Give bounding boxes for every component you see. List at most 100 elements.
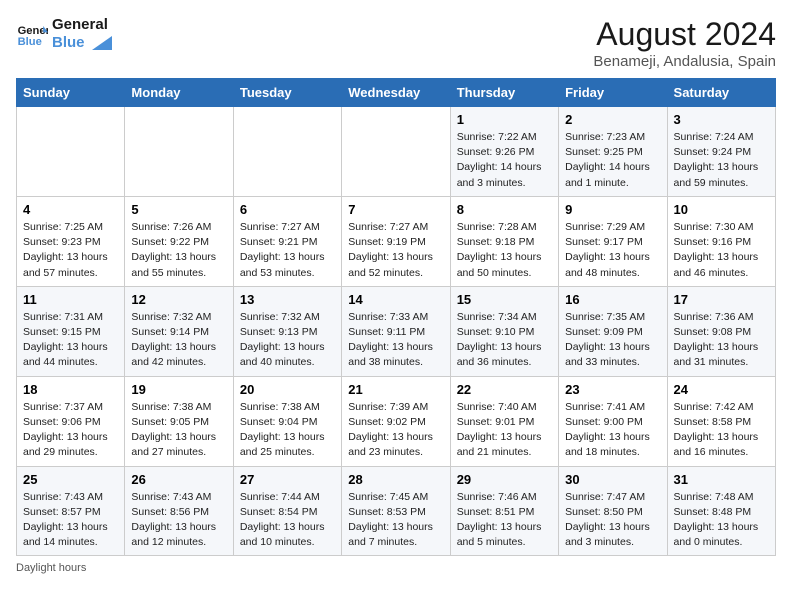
- day-cell: 15 Sunrise: 7:34 AM Sunset: 9:10 PM Dayli…: [450, 286, 558, 376]
- day-info: Sunrise: 7:45 AM Sunset: 8:53 PM Dayligh…: [348, 490, 443, 551]
- day-info: Sunrise: 7:43 AM Sunset: 8:56 PM Dayligh…: [131, 490, 226, 551]
- day-number: 1: [457, 112, 552, 127]
- day-info: Sunrise: 7:29 AM Sunset: 9:17 PM Dayligh…: [565, 220, 660, 281]
- day-header-wednesday: Wednesday: [342, 79, 450, 107]
- day-cell: [17, 107, 125, 197]
- day-cell: 10 Sunrise: 7:30 AM Sunset: 9:16 PM Dayli…: [667, 196, 775, 286]
- day-number: 3: [674, 112, 769, 127]
- week-row-4: 18 Sunrise: 7:37 AM Sunset: 9:06 PM Dayli…: [17, 376, 776, 466]
- day-number: 14: [348, 292, 443, 307]
- day-cell: 26 Sunrise: 7:43 AM Sunset: 8:56 PM Dayli…: [125, 466, 233, 556]
- day-info: Sunrise: 7:30 AM Sunset: 9:16 PM Dayligh…: [674, 220, 769, 281]
- day-cell: 31Sunrise: 7:48 AM Sunset: 8:48 PM Dayli…: [667, 466, 775, 556]
- day-cell: 7Sunrise: 7:27 AM Sunset: 9:19 PM Daylig…: [342, 196, 450, 286]
- day-cell: 1 Sunrise: 7:22 AM Sunset: 9:26 PM Daylig…: [450, 107, 558, 197]
- day-number: 8: [457, 202, 552, 217]
- day-header-monday: Monday: [125, 79, 233, 107]
- day-number: 20: [240, 382, 335, 397]
- day-cell: 14 Sunrise: 7:33 AM Sunset: 9:11 PM Dayli…: [342, 286, 450, 376]
- day-number: 17: [674, 292, 769, 307]
- calendar-table: SundayMondayTuesdayWednesdayThursdayFrid…: [16, 78, 776, 556]
- month-year: August 2024: [593, 16, 776, 53]
- day-info: Sunrise: 7:32 AM Sunset: 9:14 PM Dayligh…: [131, 310, 226, 371]
- day-number: 13: [240, 292, 335, 307]
- day-info: Sunrise: 7:25 AM Sunset: 9:23 PM Dayligh…: [23, 220, 118, 281]
- day-info: Sunrise: 7:36 AM Sunset: 9:08 PM Dayligh…: [674, 310, 769, 371]
- day-header-sunday: Sunday: [17, 79, 125, 107]
- day-number: 24: [674, 382, 769, 397]
- day-number: 12: [131, 292, 226, 307]
- day-cell: 25 Sunrise: 7:43 AM Sunset: 8:57 PM Dayli…: [17, 466, 125, 556]
- day-cell: 27 Sunrise: 7:44 AM Sunset: 8:54 PM Dayli…: [233, 466, 341, 556]
- day-cell: 21Sunrise: 7:39 AM Sunset: 9:02 PM Dayli…: [342, 376, 450, 466]
- day-info: Sunrise: 7:32 AM Sunset: 9:13 PM Dayligh…: [240, 310, 335, 371]
- day-info: Sunrise: 7:34 AM Sunset: 9:10 PM Dayligh…: [457, 310, 552, 371]
- header: General Blue General Blue August 2024 Be…: [16, 16, 776, 70]
- footer-note: Daylight hours: [16, 562, 776, 574]
- day-cell: 24 Sunrise: 7:42 AM Sunset: 8:58 PM Dayli…: [667, 376, 775, 466]
- day-number: 25: [23, 472, 118, 487]
- day-cell: 20Sunrise: 7:38 AM Sunset: 9:04 PM Dayli…: [233, 376, 341, 466]
- day-number: 15: [457, 292, 552, 307]
- day-cell: 2Sunrise: 7:23 AM Sunset: 9:25 PM Daylig…: [559, 107, 667, 197]
- logo-icon: General Blue: [16, 18, 48, 50]
- day-cell: 4Sunrise: 7:25 AM Sunset: 9:23 PM Daylig…: [17, 196, 125, 286]
- day-cell: 29 Sunrise: 7:46 AM Sunset: 8:51 PM Dayli…: [450, 466, 558, 556]
- logo-text-blue: Blue: [52, 34, 113, 52]
- day-number: 26: [131, 472, 226, 487]
- day-number: 10: [674, 202, 769, 217]
- day-number: 27: [240, 472, 335, 487]
- day-header-saturday: Saturday: [667, 79, 775, 107]
- day-cell: [125, 107, 233, 197]
- day-cell: 12 Sunrise: 7:32 AM Sunset: 9:14 PM Dayli…: [125, 286, 233, 376]
- day-cell: 18 Sunrise: 7:37 AM Sunset: 9:06 PM Dayli…: [17, 376, 125, 466]
- day-cell: 6 Sunrise: 7:27 AM Sunset: 9:21 PM Daylig…: [233, 196, 341, 286]
- day-info: Sunrise: 7:33 AM Sunset: 9:11 PM Dayligh…: [348, 310, 443, 371]
- day-info: Sunrise: 7:43 AM Sunset: 8:57 PM Dayligh…: [23, 490, 118, 551]
- day-number: 22: [457, 382, 552, 397]
- day-number: 23: [565, 382, 660, 397]
- day-info: Sunrise: 7:27 AM Sunset: 9:21 PM Dayligh…: [240, 220, 335, 281]
- day-cell: 23 Sunrise: 7:41 AM Sunset: 9:00 PM Dayli…: [559, 376, 667, 466]
- week-row-3: 11 Sunrise: 7:31 AM Sunset: 9:15 PM Dayli…: [17, 286, 776, 376]
- day-info: Sunrise: 7:46 AM Sunset: 8:51 PM Dayligh…: [457, 490, 552, 551]
- title-area: August 2024 Benameji, Andalusia, Spain: [593, 16, 776, 70]
- week-row-2: 4Sunrise: 7:25 AM Sunset: 9:23 PM Daylig…: [17, 196, 776, 286]
- day-info: Sunrise: 7:37 AM Sunset: 9:06 PM Dayligh…: [23, 400, 118, 461]
- day-cell: 3 Sunrise: 7:24 AM Sunset: 9:24 PM Daylig…: [667, 107, 775, 197]
- day-number: 5: [131, 202, 226, 217]
- day-number: 2: [565, 112, 660, 127]
- day-header-friday: Friday: [559, 79, 667, 107]
- day-cell: 9 Sunrise: 7:29 AM Sunset: 9:17 PM Daylig…: [559, 196, 667, 286]
- day-info: Sunrise: 7:22 AM Sunset: 9:26 PM Dayligh…: [457, 130, 552, 191]
- day-number: 21: [348, 382, 443, 397]
- day-cell: 19Sunrise: 7:38 AM Sunset: 9:05 PM Dayli…: [125, 376, 233, 466]
- day-number: 6: [240, 202, 335, 217]
- day-number: 9: [565, 202, 660, 217]
- day-info: Sunrise: 7:42 AM Sunset: 8:58 PM Dayligh…: [674, 400, 769, 461]
- day-cell: 8 Sunrise: 7:28 AM Sunset: 9:18 PM Daylig…: [450, 196, 558, 286]
- day-number: 16: [565, 292, 660, 307]
- day-number: 18: [23, 382, 118, 397]
- day-number: 31: [674, 472, 769, 487]
- day-header-thursday: Thursday: [450, 79, 558, 107]
- logo-text-general: General: [52, 16, 113, 34]
- day-info: Sunrise: 7:41 AM Sunset: 9:00 PM Dayligh…: [565, 400, 660, 461]
- day-number: 29: [457, 472, 552, 487]
- day-info: Sunrise: 7:27 AM Sunset: 9:19 PM Dayligh…: [348, 220, 443, 281]
- day-cell: 28Sunrise: 7:45 AM Sunset: 8:53 PM Dayli…: [342, 466, 450, 556]
- week-row-1: 1 Sunrise: 7:22 AM Sunset: 9:26 PM Daylig…: [17, 107, 776, 197]
- day-info: Sunrise: 7:28 AM Sunset: 9:18 PM Dayligh…: [457, 220, 552, 281]
- day-info: Sunrise: 7:31 AM Sunset: 9:15 PM Dayligh…: [23, 310, 118, 371]
- day-info: Sunrise: 7:47 AM Sunset: 8:50 PM Dayligh…: [565, 490, 660, 551]
- day-info: Sunrise: 7:40 AM Sunset: 9:01 PM Dayligh…: [457, 400, 552, 461]
- day-cell: 16 Sunrise: 7:35 AM Sunset: 9:09 PM Dayli…: [559, 286, 667, 376]
- day-info: Sunrise: 7:38 AM Sunset: 9:05 PM Dayligh…: [131, 400, 226, 461]
- day-info: Sunrise: 7:24 AM Sunset: 9:24 PM Dayligh…: [674, 130, 769, 191]
- day-cell: 13 Sunrise: 7:32 AM Sunset: 9:13 PM Dayli…: [233, 286, 341, 376]
- day-cell: 17 Sunrise: 7:36 AM Sunset: 9:08 PM Dayli…: [667, 286, 775, 376]
- day-info: Sunrise: 7:35 AM Sunset: 9:09 PM Dayligh…: [565, 310, 660, 371]
- day-number: 11: [23, 292, 118, 307]
- day-cell: 5Sunrise: 7:26 AM Sunset: 9:22 PM Daylig…: [125, 196, 233, 286]
- day-info: Sunrise: 7:44 AM Sunset: 8:54 PM Dayligh…: [240, 490, 335, 551]
